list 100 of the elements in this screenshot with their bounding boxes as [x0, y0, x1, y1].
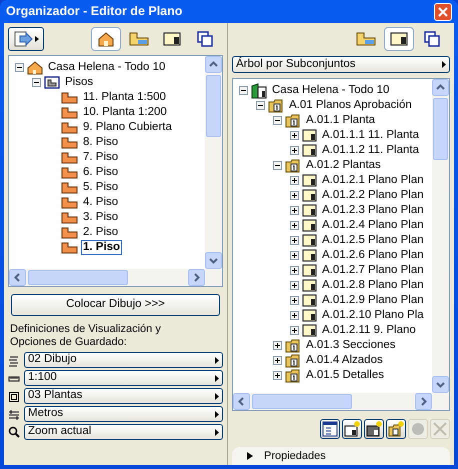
tree-item[interactable]: A.01.2.9 Plano Plan	[320, 294, 426, 307]
tree-item[interactable]: 10. Planta 1:200	[81, 106, 169, 119]
sheet-icon	[302, 249, 317, 262]
tree-item[interactable]: 1. Piso	[81, 240, 122, 255]
tree-item[interactable]: A.01.1.2 11. Planta	[320, 144, 421, 157]
tree-item[interactable]: 9. Plano Cubierta	[81, 121, 174, 134]
tree-item[interactable]: 8. Piso	[81, 136, 120, 149]
expand-toggle[interactable]	[290, 236, 299, 245]
view-tab[interactable]	[384, 27, 414, 51]
scroll-right-button[interactable]	[188, 269, 205, 286]
horizontal-scrollbar[interactable]	[233, 393, 449, 410]
horizontal-scrollbar[interactable]	[9, 269, 222, 286]
scroll-thumb[interactable]	[206, 75, 221, 137]
tree-item[interactable]: A.01.2.1 Plano Plan	[320, 174, 426, 187]
settings-dropdown[interactable]: 02 Dibujo	[24, 352, 223, 368]
vertical-scrollbar[interactable]	[205, 56, 222, 269]
tree-item[interactable]: A.01.2.3 Plano Plan	[320, 204, 426, 217]
tree-item[interactable]: Casa Helena - Todo 10	[270, 84, 392, 97]
story-icon	[61, 212, 78, 224]
collapse-toggle[interactable]	[32, 78, 41, 87]
story-icon	[61, 122, 78, 134]
expand-toggle[interactable]	[290, 221, 299, 230]
tree-item[interactable]: A.01.2 Plantas	[304, 159, 383, 172]
tree-item[interactable]: A.01.1 Planta	[304, 114, 378, 127]
tree-item[interactable]: 5. Piso	[81, 181, 120, 194]
tree-item[interactable]: A.01.1.1 11. Planta	[320, 129, 421, 142]
tree-item[interactable]: A.01.2.4 Plano Plan	[320, 219, 426, 232]
house-icon	[27, 60, 43, 74]
collapse-toggle[interactable]	[273, 116, 282, 125]
expand-toggle[interactable]	[290, 131, 299, 140]
tree-item[interactable]: A.01.2.6 Plano Plan	[320, 249, 426, 262]
expand-toggle[interactable]	[290, 191, 299, 200]
properties-toggle[interactable]: Propiedades	[232, 447, 450, 465]
scroll-down-button[interactable]	[432, 376, 449, 393]
settings-dropdown[interactable]: 03 Plantas	[24, 388, 223, 404]
tree-item[interactable]: A.01.5 Detalles	[304, 369, 386, 382]
tree-item[interactable]: A.01.2.11 9. Plano	[320, 324, 418, 337]
tree-item[interactable]: A.01.2.10 Plano Pla	[320, 309, 426, 322]
scroll-thumb[interactable]	[252, 394, 352, 409]
expand-toggle[interactable]	[290, 281, 299, 290]
collapse-toggle[interactable]	[256, 101, 265, 110]
expand-toggle[interactable]	[273, 371, 282, 380]
vertical-scrollbar[interactable]	[432, 79, 449, 393]
story-icon	[61, 152, 78, 164]
tree-item[interactable]: A.01.2.8 Plano Plan	[320, 279, 426, 292]
scroll-up-button[interactable]	[432, 79, 449, 96]
toolbar-button[interactable]	[386, 419, 406, 439]
scroll-right-button[interactable]	[415, 393, 432, 410]
view-tab[interactable]	[91, 27, 121, 51]
export-icon	[14, 31, 34, 47]
tree-item[interactable]: A.01.3 Secciones	[304, 339, 398, 352]
collapse-toggle[interactable]	[239, 86, 248, 95]
collapse-toggle[interactable]	[15, 63, 24, 72]
scroll-up-button[interactable]	[205, 56, 222, 73]
expand-toggle[interactable]	[290, 296, 299, 305]
place-drawing-button[interactable]: Colocar Dibujo >>>	[11, 294, 220, 316]
tree-item[interactable]: Casa Helena - Todo 10	[46, 61, 168, 74]
expand-toggle[interactable]	[290, 251, 299, 260]
toolbar-button[interactable]	[320, 419, 340, 439]
expand-toggle[interactable]	[290, 206, 299, 215]
scroll-left-button[interactable]	[233, 393, 250, 410]
expand-toggle[interactable]	[290, 266, 299, 275]
tree-item[interactable]: 4. Piso	[81, 196, 120, 209]
scroll-thumb[interactable]	[28, 270, 128, 285]
expand-toggle[interactable]	[290, 176, 299, 185]
settings-dropdown[interactable]: Metros	[24, 406, 223, 422]
caret-icon	[215, 356, 219, 364]
expand-toggle[interactable]	[290, 146, 299, 155]
tree-item[interactable]: Pisos	[63, 76, 96, 89]
expand-toggle[interactable]	[273, 341, 282, 350]
scroll-left-button[interactable]	[9, 269, 26, 286]
tree-item[interactable]: A.01 Planos Aprobación	[287, 99, 414, 112]
export-button[interactable]	[8, 27, 44, 51]
tree-item[interactable]: A.01.4 Alzados	[304, 354, 385, 367]
tree-item[interactable]: 3. Piso	[81, 211, 120, 224]
tree-item[interactable]: 6. Piso	[81, 166, 120, 179]
toolbar-button[interactable]	[364, 419, 384, 439]
scroll-thumb[interactable]	[433, 98, 448, 160]
tree-item[interactable]: 11. Planta 1:500	[81, 91, 168, 104]
close-button[interactable]	[434, 2, 452, 20]
settings-dropdown[interactable]: 1:100	[24, 370, 223, 386]
settings-dropdown[interactable]: Zoom actual	[24, 424, 223, 440]
toolbar-button[interactable]	[342, 419, 362, 439]
story-icon	[61, 242, 78, 254]
expand-toggle[interactable]	[273, 356, 282, 365]
sheet-icon	[302, 174, 317, 187]
tree-item[interactable]: A.01.2.5 Plano Plan	[320, 234, 426, 247]
scroll-down-button[interactable]	[205, 252, 222, 269]
stacked-pages-icon	[424, 31, 440, 47]
expand-toggle[interactable]	[290, 326, 299, 335]
collapse-toggle[interactable]	[273, 161, 282, 170]
layout-settings-icon	[321, 420, 339, 438]
floor-plan-icon	[356, 32, 376, 46]
tree-item[interactable]: 2. Piso	[81, 226, 120, 239]
tree-item[interactable]: A.01.2.2 Plano Plan	[320, 189, 426, 202]
tree-item[interactable]: 7. Piso	[81, 151, 120, 164]
expand-toggle[interactable]	[290, 311, 299, 320]
tree-mode-dropdown[interactable]: Árbol por Subconjuntos	[232, 56, 450, 73]
folder-icon	[285, 354, 301, 368]
tree-item[interactable]: A.01.2.7 Plano Plan	[320, 264, 426, 277]
